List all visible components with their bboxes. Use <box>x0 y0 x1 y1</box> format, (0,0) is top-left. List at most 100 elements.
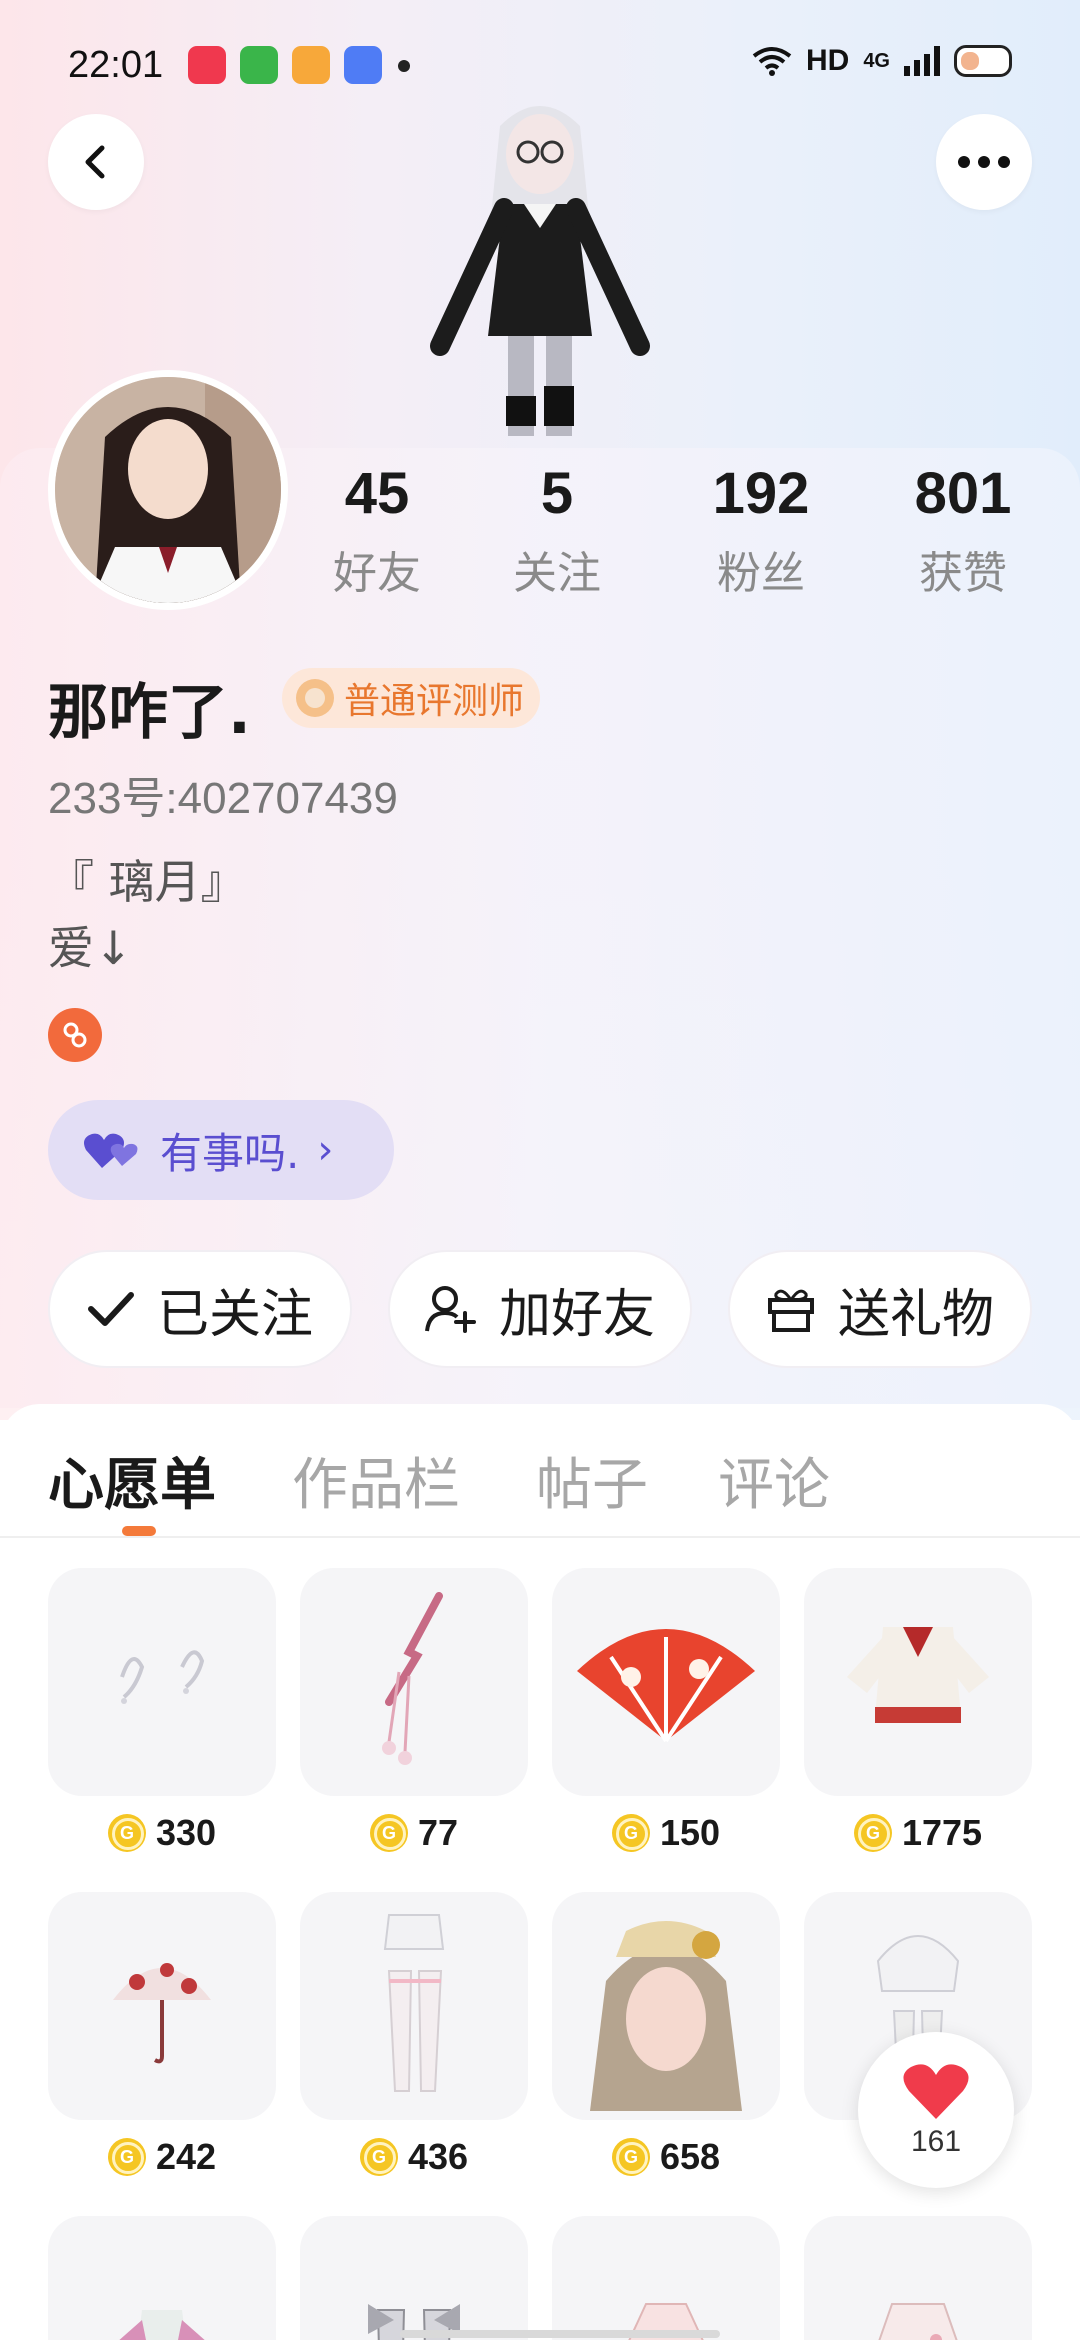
profile-stats: 45 好友 5 关注 192 粉丝 801 获赞 <box>300 460 1060 610</box>
add-user-icon <box>424 1286 476 1333</box>
tab-posts[interactable]: 帖子 <box>536 1440 648 1521</box>
item-price: G 330 <box>48 1812 276 1854</box>
wishlist-item[interactable]: G 436 <box>300 1892 528 2178</box>
item-price: G 1775 <box>804 1812 1032 1854</box>
stockings-image <box>383 1914 445 2092</box>
item-thumbnail <box>48 2216 276 2340</box>
stat-likes[interactable]: 801 获赞 <box>878 460 1048 601</box>
coin-icon: G <box>107 1814 146 1852</box>
signal-icon <box>904 46 940 76</box>
wishlist-item[interactable]: G 1775 <box>804 1568 1032 1854</box>
wishlist-item[interactable] <box>804 2216 1032 2340</box>
heart-icon <box>903 2064 969 2119</box>
check-icon <box>87 1292 134 1326</box>
stat-label: 关注 <box>513 548 601 599</box>
status-indicators: HD 4G <box>752 44 1012 78</box>
lolita-top-image <box>847 1627 989 1723</box>
like-button[interactable]: 161 <box>858 2032 1014 2188</box>
item-thumbnail <box>300 2216 528 2340</box>
wishlist-item[interactable]: G 77 <box>300 1568 528 1854</box>
tab-wishlist[interactable]: 心愿单 <box>48 1440 216 1521</box>
add-friend-label: 加好友 <box>498 1284 655 1345</box>
parasol-image <box>113 1963 211 2064</box>
bio-line-1: 『 璃月』 <box>48 855 247 909</box>
reviewer-badge[interactable]: 普通评测师 <box>282 668 541 728</box>
item-price-value: 330 <box>155 1812 217 1853</box>
bio-line-2: 爱↓ <box>48 921 133 975</box>
wishlist-item[interactable]: G 658 <box>552 1892 780 2178</box>
tab-works[interactable]: 作品栏 <box>292 1440 460 1521</box>
notification-dot-icon <box>398 60 410 72</box>
item-thumbnail <box>300 1568 528 1796</box>
item-thumbnail <box>552 1892 780 2120</box>
shopping-app-icon <box>240 46 278 84</box>
back-button[interactable] <box>48 114 144 210</box>
network-type-label: HD <box>805 44 850 77</box>
stat-label: 获赞 <box>919 548 1007 599</box>
stat-value: 5 <box>540 461 574 526</box>
coin-icon: G <box>611 2138 650 2176</box>
user-avatar[interactable] <box>48 370 288 610</box>
more-button[interactable] <box>936 114 1032 210</box>
game-app-icon <box>292 46 330 84</box>
item-price-value: 436 <box>407 2136 469 2177</box>
stat-fans[interactable]: 192 粉丝 <box>676 460 846 601</box>
item-thumbnail <box>300 1892 528 2120</box>
coin-icon: G <box>359 2138 398 2176</box>
item-price-value: 1775 <box>901 1812 983 1853</box>
user-id[interactable]: 233号:402707439 <box>48 762 398 826</box>
stat-value: 801 <box>914 461 1012 526</box>
item-price-value: 150 <box>659 1812 721 1853</box>
more-dots-icon <box>958 156 1010 168</box>
send-gift-label: 送礼物 <box>837 1284 994 1345</box>
content-sheet <box>0 1404 1080 2340</box>
wishlist-item[interactable] <box>552 2216 780 2340</box>
status-time: 22:01 <box>68 44 164 86</box>
battery-icon <box>954 45 1012 77</box>
cellular-label: 4G <box>863 49 890 72</box>
item-thumbnail <box>48 1892 276 2120</box>
item-price-value: 77 <box>417 1812 459 1853</box>
item-price-value: 242 <box>155 2136 217 2177</box>
wishlist-item[interactable]: G 242 <box>48 1892 276 2178</box>
stat-friends[interactable]: 45 好友 <box>292 460 462 601</box>
folding-fan-image <box>577 1629 755 1743</box>
item-price: G 242 <box>48 2136 276 2178</box>
home-indicator[interactable] <box>400 2330 720 2338</box>
heart-mood-icon <box>84 1133 138 1168</box>
stat-label: 好友 <box>333 548 421 599</box>
group-glyph-icon <box>63 1022 87 1048</box>
stat-value: 192 <box>712 461 810 526</box>
wig-image <box>590 1921 742 2111</box>
hair-pin-image <box>382 1592 443 1765</box>
like-count: 161 <box>910 2125 962 2158</box>
followed-button[interactable]: 已关注 <box>48 1250 352 1368</box>
wifi-icon <box>752 47 792 76</box>
mood-status-button[interactable]: 有事吗. › <box>48 1100 394 1200</box>
stat-following[interactable]: 5 关注 <box>472 460 642 601</box>
reviewer-badge-icon <box>296 679 334 717</box>
music-app-icon <box>188 46 226 84</box>
tab-comments[interactable]: 评论 <box>718 1440 830 1521</box>
send-gift-button[interactable]: 送礼物 <box>728 1250 1032 1368</box>
followed-label: 已关注 <box>156 1284 313 1345</box>
wishlist-item[interactable] <box>48 2216 276 2340</box>
tab-divider <box>0 1536 1080 1538</box>
coin-icon: G <box>369 1814 408 1852</box>
wishlist-item[interactable]: G 150 <box>552 1568 780 1854</box>
chevron-right-icon: › <box>317 1127 334 1173</box>
item-price: G 436 <box>300 2136 528 2178</box>
item-thumbnail <box>804 1568 1032 1796</box>
dress-image <box>878 2303 958 2340</box>
gift-icon <box>767 1289 814 1332</box>
wishlist-item[interactable]: G 330 <box>48 1568 276 1854</box>
item-price: G 150 <box>552 1812 780 1854</box>
wishlist-item[interactable] <box>300 2216 528 2340</box>
group-icon[interactable] <box>48 1008 102 1062</box>
coin-icon: G <box>107 2138 146 2176</box>
add-friend-button[interactable]: 加好友 <box>388 1250 692 1368</box>
qipao-top-image <box>119 2310 205 2340</box>
tab-indicator <box>122 1526 156 1536</box>
back-arrow-icon <box>85 145 105 179</box>
avatar-3d-figure[interactable] <box>420 96 660 448</box>
